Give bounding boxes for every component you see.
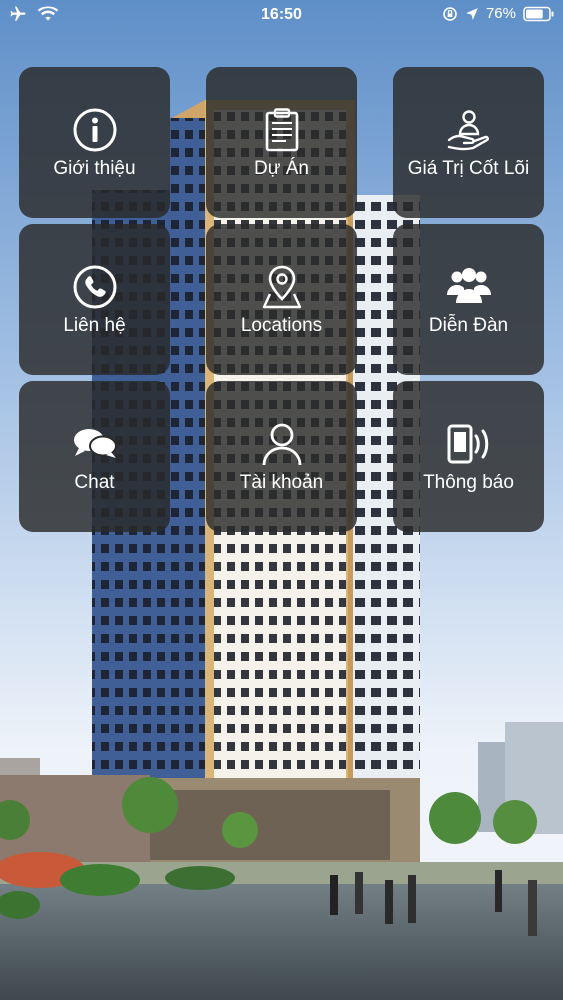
phone-vibrate-icon [444,419,494,469]
hand-person-icon [444,105,494,155]
menu-tile-label: Giới thiệu [53,158,136,179]
menu-tile-gioi-thieu[interactable]: Giới thiệu [19,67,170,218]
menu-tile-label: Locations [240,315,323,336]
menu-tile-label: Chat [74,472,115,493]
menu-tile-label: Liên hệ [63,315,126,336]
menu-tile-label: Thông báo [423,472,514,493]
main-menu-grid: Giới thiệu Dự Án Giá Trị Cốt Lõi Liên hệ… [0,0,563,1000]
chat-bubbles-icon [70,419,120,469]
map-pin-icon [257,262,307,312]
menu-tile-label: Dự Án [254,158,309,179]
menu-tile-du-an[interactable]: Dự Án [206,67,357,218]
menu-tile-chat[interactable]: Chat [19,381,170,532]
user-icon [257,419,307,469]
menu-tile-locations[interactable]: Locations [206,224,357,375]
menu-tile-gia-tri-cot-loi[interactable]: Giá Trị Cốt Lõi [393,67,544,218]
menu-tile-tai-khoan[interactable]: Tài khoản [206,381,357,532]
phone-icon [70,262,120,312]
people-icon [444,262,494,312]
menu-tile-thong-bao[interactable]: Thông báo [393,381,544,532]
menu-tile-dien-dan[interactable]: Diễn Đàn [393,224,544,375]
info-icon [70,105,120,155]
menu-tile-label: Tài khoản [239,472,324,493]
menu-tile-lien-he[interactable]: Liên hệ [19,224,170,375]
clipboard-icon [257,105,307,155]
menu-tile-label: Giá Trị Cốt Lõi [407,158,530,179]
menu-tile-label: Diễn Đàn [428,315,509,336]
